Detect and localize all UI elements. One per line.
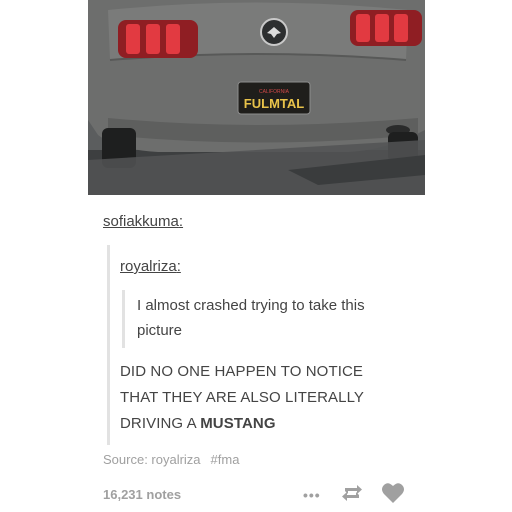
post-author-name[interactable]: sofiakkuma bbox=[103, 213, 179, 230]
more-dots-icon[interactable]: ••• bbox=[303, 487, 329, 503]
car-photo-illustration: CALIFORNIA FULMTAL bbox=[88, 0, 425, 195]
plate-state-text: CALIFORNIA bbox=[259, 89, 290, 95]
comment-line3: DRIVING A MUSTANG bbox=[120, 411, 440, 437]
notes-count[interactable]: 16,231 notes bbox=[103, 487, 181, 502]
nested-quote-bar bbox=[122, 290, 125, 348]
post-comment: DID NO ONE HAPPEN TO NOTICE THAT THEY AR… bbox=[120, 359, 440, 437]
comment-line1: DID NO ONE HAPPEN TO NOTICE bbox=[120, 363, 364, 380]
post-tag[interactable]: #fma bbox=[211, 452, 240, 467]
reblog-icon[interactable] bbox=[341, 483, 375, 508]
heart-icon[interactable] bbox=[381, 482, 405, 509]
reblog-author-name[interactable]: royalriza bbox=[120, 258, 177, 275]
reblog-author-colon: : bbox=[176, 258, 181, 275]
reblog-quote-bar bbox=[107, 245, 110, 445]
post-author-link[interactable]: sofiakkuma: bbox=[103, 213, 183, 230]
comment-line3-prefix: DRIVING A bbox=[120, 415, 201, 432]
reblog-text-line2: picture bbox=[137, 322, 183, 339]
reblog-text-line1: I almost crashed trying to take this bbox=[137, 297, 365, 314]
post-author-colon: : bbox=[178, 213, 184, 230]
plate-text: FULMTAL bbox=[244, 96, 304, 111]
source-link[interactable]: Source: royalriza bbox=[103, 452, 201, 467]
post-photo[interactable]: CALIFORNIA FULMTAL bbox=[88, 0, 425, 195]
comment-line2: THAT THEY ARE ALSO LITERALLY bbox=[120, 389, 365, 406]
post-actions: ••• bbox=[303, 482, 405, 508]
comment-line3-bold: MUSTANG bbox=[200, 415, 276, 432]
reblog-author-link[interactable]: royalriza: bbox=[120, 258, 181, 275]
post-source: Source: royalriza #fma bbox=[103, 452, 239, 467]
reblog-text: I almost crashed trying to take this pic… bbox=[137, 293, 365, 343]
